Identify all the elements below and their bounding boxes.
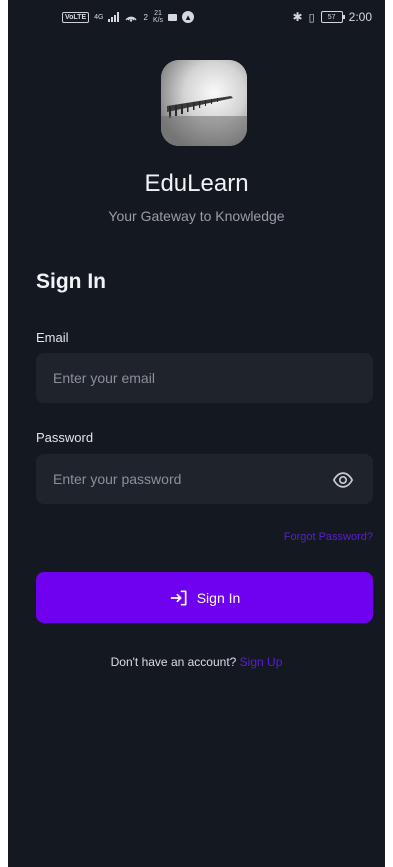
screen: VoLTE 4G 2 21 K/s ▲ ✱ ▯ 57 2:00 EduLearn… (8, 0, 385, 867)
battery-level: 57 (327, 13, 336, 21)
signal-type-label: 4G (94, 13, 104, 21)
battery-icon: 57 (320, 11, 345, 23)
password-field[interactable] (36, 454, 373, 504)
signup-prompt: Don't have an account? (110, 655, 237, 669)
clock: 2:00 (348, 10, 372, 24)
speed-indicator: 21 K/s (153, 10, 163, 24)
status-right: ✱ ▯ 57 2:00 (293, 10, 372, 24)
logo-pier-image (161, 60, 247, 146)
signup-row: Don't have an account? Sign Up (8, 655, 385, 669)
signal-icon (108, 12, 120, 22)
notification-icon: ▲ (182, 11, 195, 23)
signin-heading: Sign In (36, 270, 106, 293)
speed-value: 21 (154, 10, 162, 17)
show-password-icon[interactable] (332, 469, 354, 491)
signal-type: 4G (94, 14, 103, 21)
vibrate-icon: ▯ (308, 11, 315, 24)
sign-in-button-label: Sign In (196, 589, 241, 606)
email-label: Email (36, 330, 69, 345)
email-field[interactable] (36, 353, 373, 403)
hotspot-icon (125, 16, 138, 22)
sign-in-button[interactable]: Sign In (36, 572, 373, 623)
hotspot-count: 2 (143, 12, 148, 22)
app-title: EduLearn (144, 170, 249, 197)
app-logo (161, 60, 247, 146)
camera-icon (168, 13, 178, 21)
status-bar: VoLTE 4G 2 21 K/s ▲ ✱ ▯ 57 2:00 (8, 0, 385, 34)
speed-unit: K/s (152, 17, 164, 24)
password-label: Password (36, 430, 94, 445)
forgot-password-link[interactable]: Forgot Password? (284, 531, 373, 543)
app-tagline: Your Gateway to Knowledge (108, 208, 285, 224)
login-icon (170, 590, 187, 605)
bluetooth-icon: ✱ (292, 10, 303, 24)
sign-up-link[interactable]: Sign Up (240, 655, 283, 669)
status-left: VoLTE 4G 2 21 K/s ▲ (62, 10, 195, 24)
volte-badge: VoLTE (62, 11, 90, 23)
